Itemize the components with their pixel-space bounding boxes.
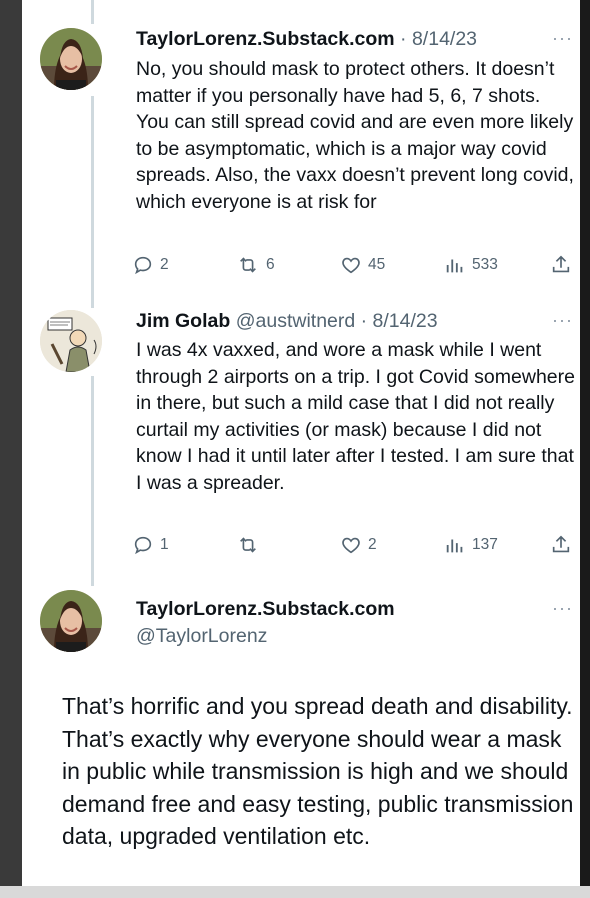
share-icon [552,535,570,553]
more-icon[interactable]: ··· [552,310,573,331]
repost-button[interactable]: 6 [236,254,275,276]
avatar-photo-taylor [40,590,102,652]
reply-icon [134,256,152,275]
author-name[interactable]: TaylorLorenz.Substack.com [136,28,395,50]
avatar[interactable] [40,310,102,372]
thread-line-2 [91,376,94,586]
tweet-thread-card: TaylorLorenz.Substack.com · 8/14/23 ··· … [22,0,580,886]
like-icon [342,257,360,274]
more-icon[interactable]: ··· [552,28,573,49]
avatar[interactable] [40,590,102,652]
like-button[interactable]: 2 [340,534,377,556]
thread-line-top [91,0,94,24]
reply-count: 1 [160,536,169,553]
main-tweet-text: That’s horrific and you spread death and… [62,693,574,849]
repost-icon [240,537,256,553]
more-icon[interactable]: ··· [552,598,573,619]
author-name[interactable]: Jim Golab [136,310,230,332]
tweet-header: Jim Golab @austwitnerd · 8/14/23 [136,310,438,333]
author-name[interactable]: TaylorLorenz.Substack.com [136,596,395,623]
share-button[interactable] [550,534,572,556]
background-edge-bottom [0,886,590,898]
reply-button[interactable]: 1 [132,534,169,556]
views-button[interactable]: 137 [444,534,498,556]
tweet-actions: 1 2 137 [132,534,582,558]
repost-icon [240,257,256,273]
like-icon [342,537,360,554]
share-button[interactable] [550,254,572,276]
author-handle[interactable]: @TaylorLorenz [136,623,395,650]
views-icon [446,539,463,553]
main-tweet-header: TaylorLorenz.Substack.com @TaylorLorenz [136,596,395,650]
like-count: 2 [368,536,377,553]
share-icon [552,255,570,273]
avatar[interactable] [40,28,102,90]
reply-count: 2 [160,256,169,273]
views-button[interactable]: 533 [444,254,498,276]
tweet-header: TaylorLorenz.Substack.com · 8/14/23 [136,28,477,51]
views-icon [446,259,463,273]
thread-line-1 [91,96,94,308]
background-edge-left [0,0,22,898]
tweet-text: I was 4x vaxxed, and wore a mask while I… [136,339,575,494]
views-count: 137 [472,536,498,553]
avatar-photo-taylor [40,28,102,90]
reply-button[interactable]: 2 [132,254,169,276]
views-count: 533 [472,256,498,273]
tweet-text: No, you should mask to protect others. I… [136,58,574,213]
reply-icon [134,536,152,555]
avatar-cartoon-jim [40,310,102,372]
repost-count: 6 [266,256,275,273]
tweet-actions: 2 6 45 533 [132,254,582,278]
repost-button[interactable] [236,534,266,556]
tweet-meta[interactable]: @austwitnerd · 8/14/23 [236,310,438,332]
like-count: 45 [368,256,386,273]
tweet-meta[interactable]: · 8/14/23 [400,28,477,50]
like-button[interactable]: 45 [340,254,385,276]
